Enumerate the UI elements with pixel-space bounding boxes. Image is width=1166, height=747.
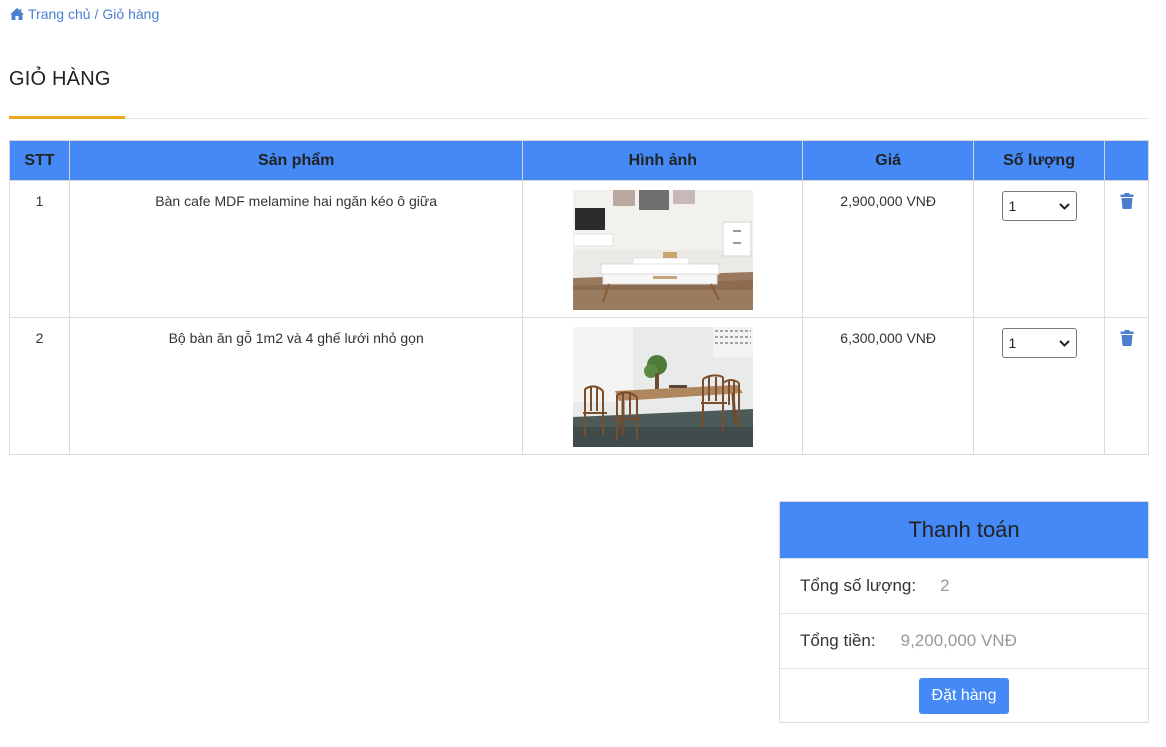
trash-icon[interactable] (1120, 330, 1134, 346)
row-stt: 1 (9, 180, 70, 318)
checkout-title: Thanh toán (780, 502, 1148, 558)
product-image-cell (522, 180, 804, 318)
table-row: 2 Bộ bàn ăn gỗ 1m2 và 4 ghế lưới nhỏ gọn (9, 317, 1149, 455)
action-cell (1104, 180, 1149, 318)
trash-icon[interactable] (1120, 193, 1134, 209)
coffee-table-photo (572, 190, 753, 310)
quantity-select[interactable]: 1 (1001, 191, 1077, 221)
quantity-value: 1 (1008, 198, 1017, 214)
total-price-label: Tổng tiền: (800, 631, 876, 650)
total-quantity-value: 2 (940, 576, 950, 595)
header-image: Hình ảnh (522, 140, 804, 181)
breadcrumb-separator: / (94, 6, 99, 22)
chevron-down-icon (1058, 202, 1070, 210)
total-price-row: Tổng tiền: 9,200,000 VNĐ (780, 613, 1148, 668)
total-quantity-row: Tổng số lượng: 2 (780, 558, 1148, 613)
cart-table: STT Sản phẩm Hình ảnh Giá Số lượng 1 Bàn… (9, 140, 1149, 455)
order-button-row: Đặt hàng (780, 668, 1148, 723)
header-quantity: Số lượng (973, 140, 1106, 181)
product-image-cell (522, 317, 804, 455)
dining-set-photo (572, 327, 753, 447)
checkout-panel: Thanh toán Tổng số lượng: 2 Tổng tiền: 9… (779, 501, 1149, 723)
chevron-down-icon (1058, 339, 1070, 347)
order-button[interactable]: Đặt hàng (918, 678, 1010, 714)
product-price: 2,900,000 VNĐ (802, 180, 975, 318)
quantity-value: 1 (1008, 335, 1017, 351)
quantity-cell: 1 (973, 317, 1106, 455)
header-stt: STT (9, 140, 70, 181)
product-name: Bộ bàn ăn gỗ 1m2 và 4 ghế lưới nhỏ gọn (68, 317, 524, 455)
action-cell (1104, 317, 1149, 455)
header-product: Sản phẩm (68, 140, 524, 181)
product-price: 6,300,000 VNĐ (802, 317, 975, 455)
home-icon[interactable] (9, 7, 25, 21)
breadcrumb: Trang chủ / Giỏ hàng (9, 6, 159, 22)
breadcrumb-current-link[interactable]: Giỏ hàng (102, 6, 159, 22)
table-header-row: STT Sản phẩm Hình ảnh Giá Số lượng (9, 140, 1149, 181)
page-title: GIỎ HÀNG (9, 68, 111, 90)
title-accent-bar (9, 116, 125, 119)
breadcrumb-home-link[interactable]: Trang chủ (28, 6, 91, 22)
table-row: 1 Bàn cafe MDF melamine hai ngăn kéo ô g… (9, 180, 1149, 318)
header-price: Giá (802, 140, 975, 181)
row-stt: 2 (9, 317, 70, 455)
header-actions (1104, 140, 1149, 181)
quantity-cell: 1 (973, 180, 1106, 318)
total-price-value: 9,200,000 VNĐ (900, 631, 1017, 650)
quantity-select[interactable]: 1 (1001, 328, 1077, 358)
title-divider (9, 118, 1149, 119)
product-name: Bàn cafe MDF melamine hai ngăn kéo ô giữ… (68, 180, 524, 318)
total-quantity-label: Tổng số lượng: (800, 576, 917, 595)
